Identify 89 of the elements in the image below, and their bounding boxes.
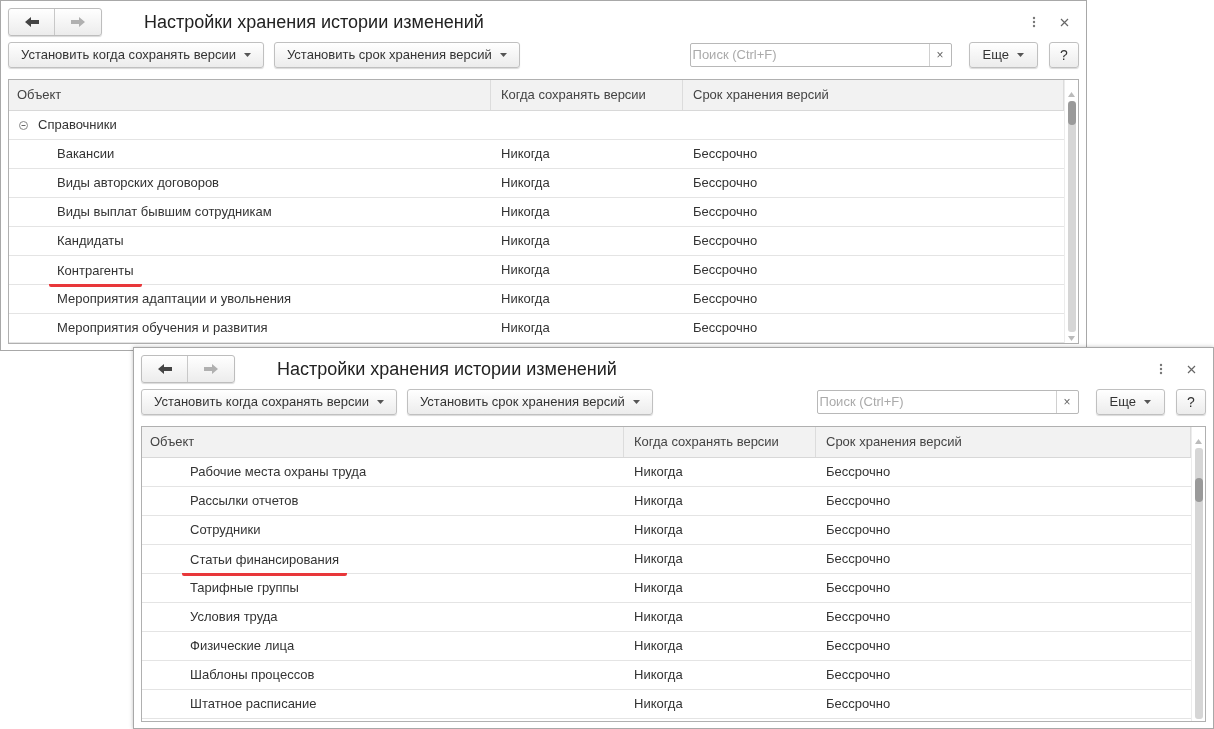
- scroll-up-icon[interactable]: [1195, 439, 1202, 444]
- table-cell-text: Никогда: [633, 666, 684, 685]
- search-field[interactable]: Поиск (Ctrl+F) ×: [689, 43, 952, 67]
- left-arrow-icon: [23, 16, 40, 28]
- table-cell-text: Никогда: [500, 145, 551, 164]
- table-cell-text: Шаблоны процессов: [190, 666, 315, 685]
- caret-icon: [1017, 53, 1024, 57]
- close-icon[interactable]: [1187, 364, 1196, 374]
- window-title: Настройки хранения истории изменений: [144, 10, 484, 34]
- dropdown-button[interactable]: Установить когда сохранять версии: [141, 389, 397, 415]
- caret-icon: [632, 400, 640, 404]
- column-header[interactable]: Когда сохранять версии: [624, 427, 816, 457]
- table-cell-text: Никогда: [500, 290, 551, 309]
- help-button[interactable]: ?: [1176, 389, 1206, 415]
- group-label: Справочники: [38, 116, 117, 135]
- dropdown-button[interactable]: Установить срок хранения версий: [407, 389, 653, 415]
- table-cell-text: Никогда: [633, 492, 684, 511]
- collapse-icon[interactable]: [19, 120, 28, 130]
- scrollbar[interactable]: [1064, 80, 1078, 343]
- table-cell-text: Мероприятия адаптации и увольнения: [57, 290, 292, 309]
- table-cell-text: Условия труда: [190, 608, 278, 627]
- more-icon[interactable]: [1159, 363, 1163, 375]
- table-cell-text: Вакансии: [57, 145, 115, 164]
- scroll-thumb[interactable]: [1194, 478, 1203, 502]
- table-cell-text: Никогда: [633, 550, 684, 569]
- table-cell-text: Рабочие места охраны труда: [190, 463, 367, 482]
- table-cell-text: Никогда: [500, 174, 551, 193]
- caret-icon: [499, 53, 507, 57]
- table-cell-text: Никогда: [633, 521, 684, 540]
- table-cell-text: Никогда: [500, 232, 551, 251]
- table-cell-text: Бессрочно: [692, 203, 758, 222]
- table-cell-text: Виды авторских договоров: [57, 174, 219, 193]
- column-header[interactable]: Объект: [9, 80, 491, 110]
- dropdown-button[interactable]: Установить когда сохранять версии: [8, 42, 264, 68]
- table-cell-text: Никогда: [500, 203, 551, 222]
- table-cell-text: Бессрочно: [825, 579, 891, 598]
- table-cell-text: Мероприятия обучения и развития: [57, 319, 268, 338]
- caret-icon: [1144, 400, 1151, 404]
- caret-icon: [244, 53, 251, 57]
- close-icon[interactable]: [1060, 17, 1069, 27]
- table-cell-text: Бессрочно: [825, 695, 891, 714]
- right-arrow-icon: [70, 16, 86, 28]
- scrollbar[interactable]: [1191, 427, 1205, 721]
- more-button[interactable]: Еще: [968, 42, 1038, 68]
- caret-icon: [377, 400, 384, 404]
- table-cell-text: Бессрочно: [825, 550, 891, 569]
- table-cell-text: Сотрудники: [190, 521, 261, 540]
- table-cell-text: Бессрочно: [825, 492, 891, 511]
- scroll-thumb[interactable]: [1067, 101, 1076, 125]
- scroll-down-icon[interactable]: [1068, 336, 1075, 341]
- table-cell-text: Бессрочно: [825, 666, 891, 685]
- table-cell: Контрагенты: [49, 261, 142, 287]
- table-cell-text: Никогда: [633, 695, 684, 714]
- table-cell-text: Физические лица: [190, 637, 295, 656]
- clear-button[interactable]: ×: [1055, 391, 1078, 413]
- table-cell-text: Никогда: [633, 637, 684, 656]
- scroll-up-icon[interactable]: [1068, 92, 1075, 97]
- table-cell-text: Бессрочно: [825, 608, 891, 627]
- table-cell-text: Никогда: [500, 261, 551, 280]
- right-arrow-icon: [203, 363, 219, 375]
- help-button[interactable]: ?: [1049, 42, 1079, 68]
- table-cell: Статьи финансирования: [182, 550, 347, 576]
- table-cell-text: Никогда: [633, 579, 684, 598]
- table-cell-text: Бессрочно: [825, 521, 891, 540]
- column-header[interactable]: Когда сохранять версии: [491, 80, 683, 110]
- table-cell-text: Бессрочно: [692, 261, 758, 280]
- table-cell-text: Бессрочно: [692, 232, 758, 251]
- window-title: Настройки хранения истории изменений: [277, 357, 617, 381]
- table-cell-text: Кандидаты: [57, 232, 124, 251]
- column-header[interactable]: Объект: [142, 427, 624, 457]
- table-cell-text: Бессрочно: [825, 463, 891, 482]
- clear-button[interactable]: ×: [928, 44, 951, 66]
- table-cell-text: Бессрочно: [692, 145, 758, 164]
- table-cell-text: Штатное расписание: [190, 695, 317, 714]
- table-cell-text: Никогда: [500, 319, 551, 338]
- table-cell-text: Бессрочно: [692, 174, 758, 193]
- table-cell-text: Бессрочно: [692, 319, 758, 338]
- table-cell-text: Никогда: [633, 608, 684, 627]
- table-cell-text: Виды выплат бывшим сотрудникам: [57, 203, 272, 222]
- table-cell-text: Рассылки отчетов: [190, 492, 299, 511]
- more-button[interactable]: Еще: [1095, 389, 1165, 415]
- table-cell-text: Бессрочно: [825, 637, 891, 656]
- table-cell-text: Бессрочно: [692, 290, 758, 309]
- left-arrow-icon: [156, 363, 173, 375]
- table-cell-text: Никогда: [633, 463, 684, 482]
- table-cell-text: Тарифные группы: [190, 579, 299, 598]
- more-icon[interactable]: [1032, 16, 1036, 28]
- search-field[interactable]: Поиск (Ctrl+F) ×: [816, 390, 1079, 414]
- dropdown-button[interactable]: Установить срок хранения версий: [274, 42, 520, 68]
